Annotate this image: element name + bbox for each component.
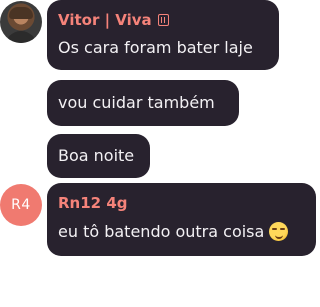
message-bubble[interactable]: Vitor | Viva Os cara foram bater laje bbox=[47, 0, 279, 70]
avatar-hair bbox=[9, 7, 33, 19]
sender-name[interactable]: Vitor | Viva bbox=[58, 11, 169, 29]
sender-name-text: Vitor | Viva bbox=[58, 11, 152, 29]
user-avatar-vitor[interactable] bbox=[0, 1, 42, 43]
sender-name[interactable]: Rn12 4g bbox=[58, 194, 128, 212]
chat-message-list: Vitor | Viva Os cara foram bater laje vo… bbox=[0, 0, 320, 307]
message-bubble[interactable]: Boa noite bbox=[47, 134, 150, 178]
message-text: eu tô batendo outra coisa bbox=[58, 222, 289, 241]
message-text: Boa noite bbox=[58, 146, 135, 165]
user-avatar-rn12[interactable]: R4 bbox=[0, 184, 42, 226]
message-text: Os cara foram bater laje bbox=[58, 38, 253, 57]
message-text-content: eu tô batendo outra coisa bbox=[58, 222, 265, 241]
message-text: vou cuidar também bbox=[58, 93, 215, 112]
avatar-initials-text: R4 bbox=[11, 197, 31, 213]
book-icon bbox=[157, 14, 169, 26]
avatar-shirt bbox=[5, 31, 37, 43]
sender-name-text: Rn12 4g bbox=[58, 194, 128, 212]
smirking-face-emoji-icon bbox=[269, 222, 289, 241]
message-bubble[interactable]: vou cuidar também bbox=[47, 80, 239, 126]
message-bubble[interactable]: Rn12 4g eu tô batendo outra coisa bbox=[47, 183, 316, 256]
